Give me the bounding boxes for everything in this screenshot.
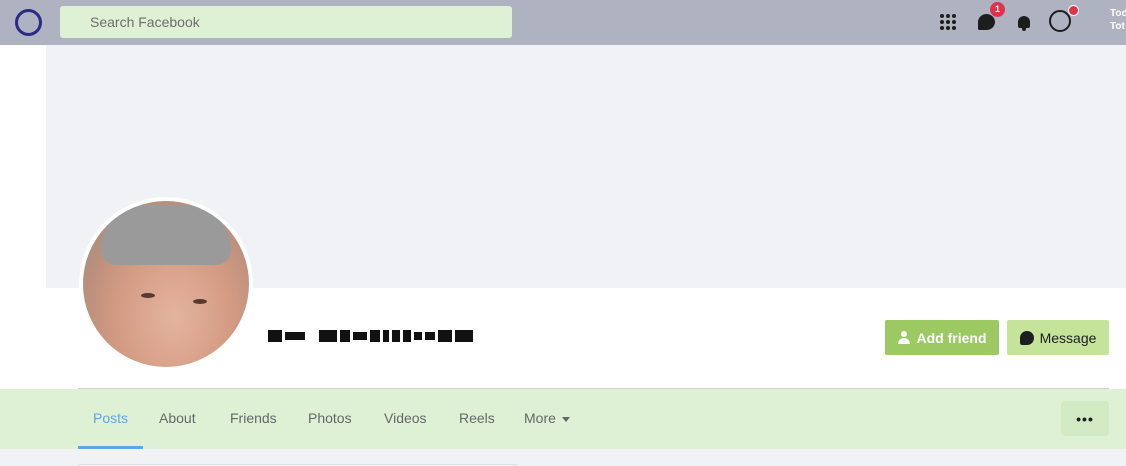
add-person-icon <box>897 331 911 344</box>
menu-grid-icon[interactable] <box>938 12 958 32</box>
profile-name-redacted <box>268 325 473 347</box>
more-options-button[interactable]: ••• <box>1061 401 1109 436</box>
search-input[interactable]: Search Facebook <box>60 6 512 38</box>
profile-picture[interactable] <box>79 197 253 371</box>
message-label: Message <box>1039 329 1097 346</box>
account-notification-dot <box>1068 5 1079 16</box>
messenger-icon <box>1019 330 1034 345</box>
tab-more-label: More <box>524 410 556 426</box>
messenger-badge: 1 <box>990 2 1005 17</box>
add-friend-label: Add friend <box>916 329 987 346</box>
account-name[interactable]: Tod Tot <box>1110 7 1126 33</box>
tab-friends[interactable]: Friends <box>230 407 277 429</box>
tab-photos[interactable]: Photos <box>308 407 352 429</box>
notifications-bell-icon[interactable] <box>1014 12 1034 32</box>
caret-down-icon <box>561 416 570 422</box>
account-avatar-icon[interactable] <box>1049 10 1071 32</box>
account-name-line1: Tod <box>1110 8 1126 19</box>
account-name-line2: Tot <box>1110 21 1125 32</box>
tab-reels[interactable]: Reels <box>459 407 495 429</box>
message-button[interactable]: Message <box>1007 320 1109 355</box>
tab-posts[interactable]: Posts <box>93 407 128 429</box>
tab-about[interactable]: About <box>159 407 196 429</box>
tab-videos[interactable]: Videos <box>384 407 427 429</box>
tab-more[interactable]: More <box>524 407 570 429</box>
content-card-top-edge <box>78 464 518 465</box>
add-friend-button[interactable]: Add friend <box>885 320 999 355</box>
profile-photo-image <box>83 201 249 367</box>
home-logo-icon[interactable] <box>15 9 42 36</box>
